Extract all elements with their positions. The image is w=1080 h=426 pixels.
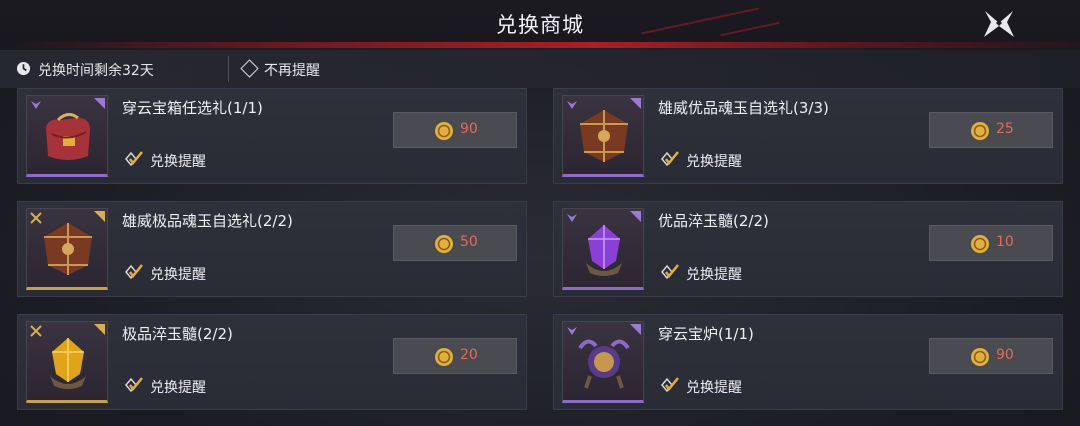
top-bar: 兑换商城 (0, 0, 1080, 48)
exchange-price-button[interactable]: 20 (393, 338, 517, 374)
price-text: 10 (996, 234, 1014, 250)
item-name: 穿云宝箱任选礼(1/1) (122, 99, 263, 117)
check-icon (125, 264, 143, 280)
item-thumbnail[interactable] (26, 321, 108, 403)
price-text: 25 (996, 121, 1014, 137)
item-name: 极品淬玉髓(2/2) (122, 325, 233, 343)
check-icon (661, 377, 679, 393)
item-thumbnail[interactable] (562, 321, 644, 403)
remind-label: 兑换提醒 (150, 267, 206, 283)
red-gift-bag-icon (46, 113, 90, 160)
remind-label: 兑换提醒 (150, 154, 206, 170)
remind-label: 兑换提醒 (150, 380, 206, 396)
shop-item-card[interactable]: 穿云宝箱任选礼(1/1) 90 兑换提醒 (17, 88, 527, 184)
remind-label: 兑换提醒 (686, 154, 742, 170)
no-remind-checkbox[interactable] (240, 59, 259, 78)
soul-jade-box-icon (44, 223, 92, 275)
exchange-price-button[interactable]: 90 (929, 338, 1053, 374)
shop-item-card[interactable]: 雄威极品魂玉自选礼(2/2) 50 兑换提醒 (17, 201, 527, 297)
check-icon (661, 151, 679, 167)
exchange-price-button[interactable]: 10 (929, 225, 1053, 261)
remaining-time-text: 兑换时间剩余32天 (38, 63, 154, 79)
exchange-price-button[interactable]: 25 (929, 112, 1053, 148)
remind-label: 兑换提醒 (686, 380, 742, 396)
remind-label: 兑换提醒 (686, 267, 742, 283)
check-icon (661, 264, 679, 280)
clock-icon (16, 61, 31, 76)
item-thumbnail[interactable] (562, 95, 644, 177)
shop-item-card[interactable]: 极品淬玉髓(2/2) 20 兑换提醒 (17, 314, 527, 410)
item-thumbnail[interactable] (26, 95, 108, 177)
coin-icon (971, 122, 989, 140)
header-red-glow (0, 42, 1080, 48)
coin-icon (435, 235, 453, 253)
item-name: 穿云宝炉(1/1) (658, 325, 754, 343)
price-text: 90 (460, 121, 478, 137)
item-name: 雄威优品魂玉自选礼(3/3) (658, 99, 829, 117)
exchange-price-button[interactable]: 90 (393, 112, 517, 148)
check-icon (125, 377, 143, 393)
check-icon (125, 151, 143, 167)
item-name: 优品淬玉髓(2/2) (658, 212, 769, 230)
exchange-price-button[interactable]: 50 (393, 225, 517, 261)
coin-icon (435, 348, 453, 366)
gold-jade-marrow-icon (50, 338, 86, 389)
price-text: 20 (460, 347, 478, 363)
price-text: 90 (996, 347, 1014, 363)
coin-icon (435, 122, 453, 140)
page-title: 兑换商城 (496, 13, 584, 37)
close-button[interactable] (980, 8, 1018, 40)
coin-icon (971, 348, 989, 366)
item-thumbnail[interactable] (26, 208, 108, 290)
coin-icon (971, 235, 989, 253)
soul-jade-box-icon (580, 110, 628, 162)
no-remind-label[interactable]: 不再提醒 (264, 60, 320, 80)
shop-item-card[interactable]: 优品淬玉髓(2/2) 10 兑换提醒 (553, 201, 1063, 297)
purple-jade-marrow-icon (586, 225, 622, 276)
shop-item-card[interactable]: 穿云宝炉(1/1) 90 兑换提醒 (553, 314, 1063, 410)
price-text: 50 (460, 234, 478, 250)
item-thumbnail[interactable] (562, 208, 644, 290)
divider (228, 56, 229, 82)
cauldron-icon (578, 339, 630, 389)
item-name: 雄威极品魂玉自选礼(2/2) (122, 212, 293, 230)
close-x-icon (984, 11, 1014, 37)
info-row: 兑换时间剩余32天 不再提醒 (0, 50, 1080, 88)
shop-item-card[interactable]: 雄威优品魂玉自选礼(3/3) 25 兑换提醒 (553, 88, 1063, 184)
